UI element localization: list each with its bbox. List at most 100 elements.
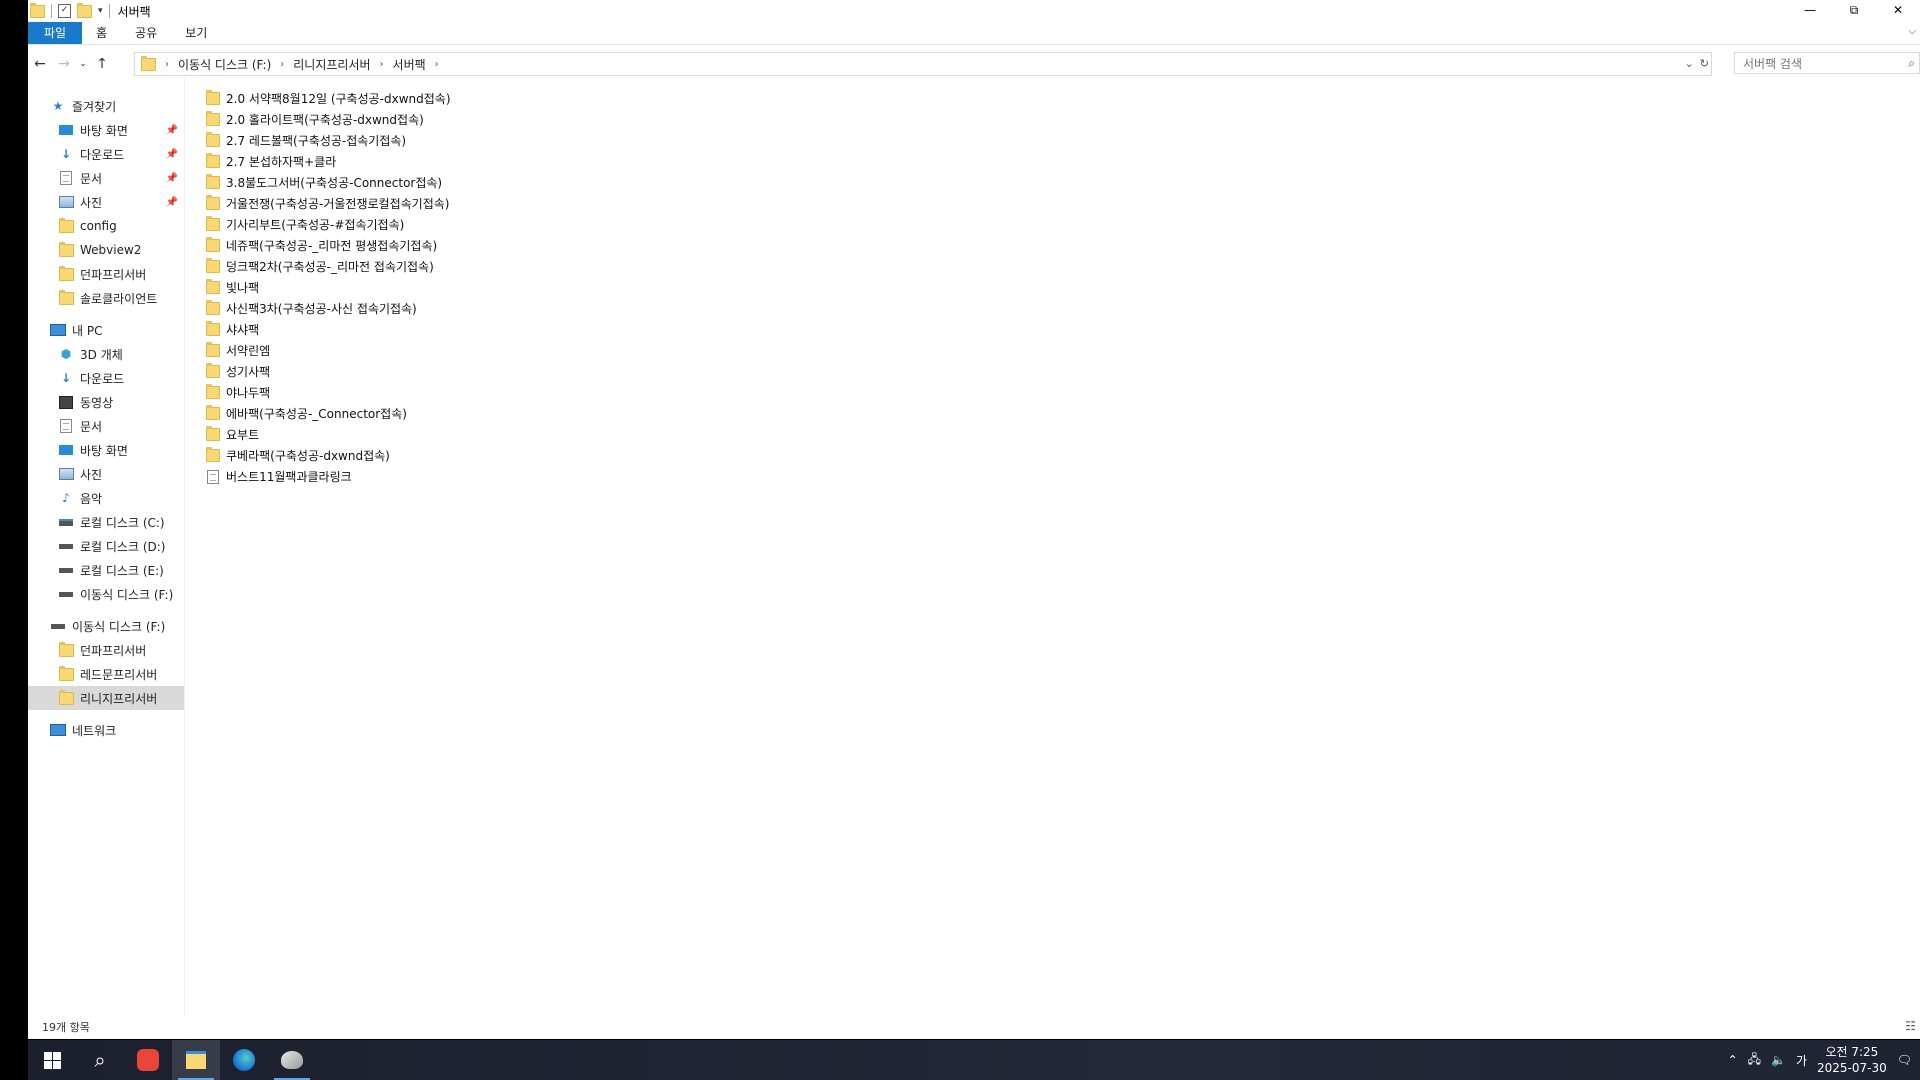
- pictures-icon: [58, 195, 74, 209]
- breadcrumb-drive[interactable]: 이동식 디스크 (F:): [178, 56, 271, 73]
- app-red-button[interactable]: [124, 1040, 172, 1080]
- close-button[interactable]: ✕: [1876, 0, 1920, 22]
- network-icon: [50, 723, 66, 737]
- refresh-icon[interactable]: ↻: [1700, 53, 1709, 75]
- folder-item[interactable]: 덩크팩2차(구축성공-_리마전 접속기접속): [206, 256, 451, 277]
- nav-quick-soloclient[interactable]: 솔로클라이언트: [28, 286, 184, 310]
- folder-item[interactable]: 쿠베라팩(구축성공-dxwnd접속): [206, 445, 451, 466]
- clock[interactable]: 오전 7:25 2025-07-30: [1817, 1044, 1887, 1076]
- nav-quick-dnf[interactable]: 던파프리서버: [28, 262, 184, 286]
- start-button[interactable]: [28, 1040, 76, 1080]
- nav-label: 로컬 디스크 (D:): [80, 539, 166, 554]
- folder-item[interactable]: 서약린엠: [206, 340, 451, 361]
- maximize-button[interactable]: ⧉: [1832, 0, 1876, 22]
- nav-quick-webview2[interactable]: Webview2: [28, 238, 184, 262]
- nav-quick-downloads[interactable]: ↓ 다운로드 📌: [28, 142, 184, 166]
- chevron-right-icon[interactable]: ›: [280, 59, 284, 70]
- nav-pc-music[interactable]: ♪ 음악: [28, 486, 184, 510]
- nav-quick-desktop[interactable]: 바탕 화면 📌: [28, 118, 184, 142]
- nav-quick-pictures[interactable]: 사진 📌: [28, 190, 184, 214]
- minimize-button[interactable]: —: [1788, 0, 1832, 22]
- nav-network[interactable]: 네트워크: [28, 718, 184, 742]
- computer-icon: [50, 323, 66, 337]
- ime-indicator[interactable]: 가: [1796, 1052, 1807, 1069]
- recent-locations-icon[interactable]: ⌄: [76, 59, 90, 69]
- breadcrumb-lineage[interactable]: 리니지프리서버: [293, 56, 370, 73]
- tab-share[interactable]: 공유: [121, 22, 171, 44]
- folder-icon: [206, 132, 220, 147]
- folder-item[interactable]: 성기사팩: [206, 361, 451, 382]
- nav-pc-drive-c[interactable]: 로컬 디스크 (C:): [28, 510, 184, 534]
- folder-item[interactable]: 네쥬팩(구축성공-_리마전 평생접속기접속): [206, 235, 451, 256]
- folder-item[interactable]: 샤샤팩: [206, 319, 451, 340]
- folder-icon: [206, 447, 220, 462]
- nav-label: 문서: [80, 171, 103, 186]
- up-button[interactable]: ↑: [90, 56, 114, 72]
- paint-app-button[interactable]: [268, 1040, 316, 1080]
- nav-pc-drive-d[interactable]: 로컬 디스크 (D:): [28, 534, 184, 558]
- folder-item[interactable]: 2.7 본섭하자팩+클라: [206, 151, 451, 172]
- pin-icon[interactable]: 📌: [166, 173, 178, 184]
- folder-item[interactable]: 3.8불도그서버(구축성공-Connector접속): [206, 172, 451, 193]
- search-icon[interactable]: ⌕: [1908, 56, 1915, 71]
- nav-pc-downloads[interactable]: ↓ 다운로드: [28, 366, 184, 390]
- tab-home[interactable]: 홈: [82, 22, 121, 44]
- pin-icon[interactable]: 📌: [166, 125, 178, 136]
- folder-item[interactable]: 야나두팩: [206, 382, 451, 403]
- tab-view[interactable]: 보기: [171, 22, 221, 44]
- details-view-icon[interactable]: ☷: [1905, 1019, 1916, 1033]
- edge-button[interactable]: [220, 1040, 268, 1080]
- file-explorer-button[interactable]: [172, 1040, 220, 1080]
- nav-this-pc[interactable]: 내 PC: [28, 318, 184, 342]
- chevron-right-icon[interactable]: ›: [380, 59, 384, 70]
- pin-icon[interactable]: 📌: [166, 197, 178, 208]
- file-name: 서약린엠: [226, 344, 271, 358]
- folder-item[interactable]: 빛나팩: [206, 277, 451, 298]
- search-box[interactable]: ⌕: [1734, 52, 1920, 75]
- nav-quick-config[interactable]: config: [28, 214, 184, 238]
- properties-icon[interactable]: ✓: [58, 4, 71, 18]
- folder-item[interactable]: 2.0 홀라이트팩(구축성공-dxwnd접속): [206, 109, 451, 130]
- nav-pc-desktop[interactable]: 바탕 화면: [28, 438, 184, 462]
- show-hidden-icons-icon[interactable]: ⌃: [1728, 1053, 1738, 1067]
- chevron-right-icon[interactable]: ›: [165, 59, 169, 70]
- folder-item[interactable]: 사신팩3차(구축성공-사신 접속기접속): [206, 298, 451, 319]
- breadcrumb-serverpack[interactable]: 서버팩: [393, 56, 426, 73]
- nav-pc-pictures[interactable]: 사진: [28, 462, 184, 486]
- nav-removable-drive[interactable]: 이동식 디스크 (F:): [28, 614, 184, 638]
- nav-pc-drive-e[interactable]: 로컬 디스크 (E:): [28, 558, 184, 582]
- customize-toolbar-icon[interactable]: ▾: [98, 6, 103, 16]
- back-button[interactable]: ←: [28, 56, 52, 72]
- address-bar[interactable]: › 이동식 디스크 (F:) › 리니지프리서버 › 서버팩 › ⌄ ↻: [134, 52, 1712, 76]
- nav-pc-drive-f[interactable]: 이동식 디스크 (F:): [28, 582, 184, 606]
- network-status-icon[interactable]: 🖧: [1748, 1050, 1761, 1071]
- folder-item[interactable]: 기사리부트(구축성공-#접속기접속): [206, 214, 451, 235]
- folder-item[interactable]: 요부트: [206, 424, 451, 445]
- nav-pc-videos[interactable]: 동영상: [28, 390, 184, 414]
- volume-icon[interactable]: 🔈: [1771, 1053, 1786, 1067]
- tab-file[interactable]: 파일: [28, 22, 83, 44]
- expand-ribbon-icon[interactable]: ⌵: [1908, 26, 1916, 37]
- folder-item[interactable]: 거울전쟁(구축성공-거울전쟁로컬접속기접속): [206, 193, 451, 214]
- nav-removable-redmoon[interactable]: 레드문프리서버: [28, 662, 184, 686]
- address-dropdown-icon[interactable]: ⌄: [1685, 53, 1694, 75]
- folder-item[interactable]: 2.7 레드볼팩(구축성공-접속기접속): [206, 130, 451, 151]
- nav-removable-lineage[interactable]: 리니지프리서버: [28, 686, 184, 710]
- folder-icon: [206, 279, 220, 294]
- nav-removable-dnf[interactable]: 던파프리서버: [28, 638, 184, 662]
- notification-icon[interactable]: 🗨: [1897, 1053, 1912, 1067]
- pin-icon[interactable]: 📌: [166, 149, 178, 160]
- forward-button[interactable]: →: [52, 56, 76, 72]
- file-item[interactable]: 버스트11월팩과클라링크: [206, 466, 451, 487]
- nav-pc-3dobjects[interactable]: ⬢ 3D 개체: [28, 342, 184, 366]
- search-input[interactable]: [1735, 53, 1905, 75]
- new-folder-icon[interactable]: [77, 2, 92, 18]
- nav-quick-access[interactable]: ★ 즐겨찾기: [28, 94, 184, 118]
- nav-pc-documents[interactable]: 문서: [28, 414, 184, 438]
- folder-item[interactable]: 2.0 서약팩8월12일 (구축성공-dxwnd접속): [206, 88, 451, 109]
- pane-divider[interactable]: [184, 78, 185, 1015]
- nav-quick-documents[interactable]: 문서 📌: [28, 166, 184, 190]
- chevron-right-icon[interactable]: ›: [435, 59, 439, 70]
- search-button[interactable]: ⌕: [76, 1040, 124, 1080]
- folder-item[interactable]: 에바팩(구축성공-_Connector접속): [206, 403, 451, 424]
